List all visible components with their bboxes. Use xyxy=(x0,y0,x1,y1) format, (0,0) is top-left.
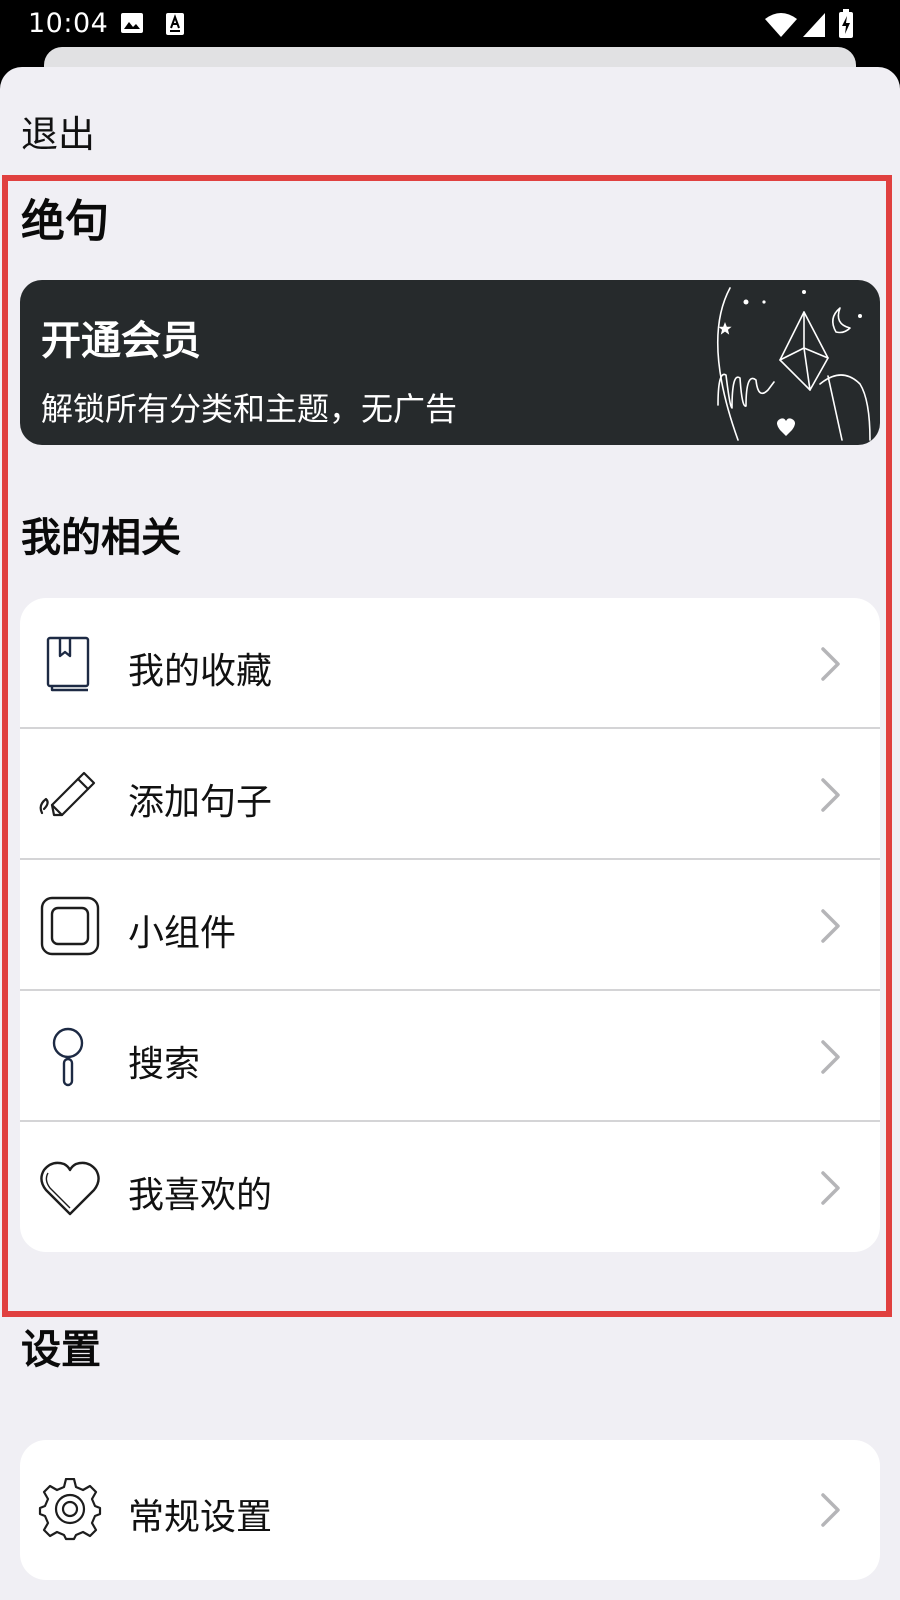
list-item-label: 我的收藏 xyxy=(128,651,273,692)
mine-section-title: 我的相关 xyxy=(21,515,181,561)
battery-charging-icon xyxy=(839,9,853,38)
list-item-general-settings[interactable]: 常规设置 xyxy=(20,1444,880,1575)
chevron-right-icon xyxy=(821,1040,840,1074)
exit-button[interactable]: 退出 xyxy=(21,104,95,158)
pencil-icon xyxy=(39,771,96,817)
list-item-favorites[interactable]: 我的收藏 xyxy=(20,598,880,729)
gear-icon xyxy=(38,1478,102,1541)
chevron-right-icon xyxy=(821,909,840,943)
list-item-label: 小组件 xyxy=(128,913,237,954)
chevron-right-icon xyxy=(821,1493,840,1527)
banner-subtitle: 解锁所有分类和主题，无广告 xyxy=(41,390,458,428)
chevron-right-icon xyxy=(821,778,840,812)
membership-banner[interactable]: 开通会员 解锁所有分类和主题，无广告 xyxy=(20,280,880,445)
list-item-label: 常规设置 xyxy=(128,1497,273,1538)
app-title: 绝句 xyxy=(21,196,109,247)
chevron-right-icon xyxy=(821,647,840,681)
wifi-icon xyxy=(765,13,797,37)
settings-list-card: 常规设置 xyxy=(20,1440,880,1580)
status-time: 10:04 xyxy=(28,8,109,39)
list-item-add-sentence[interactable]: 添加句子 xyxy=(20,729,880,860)
image-notification-icon xyxy=(121,13,143,33)
magnifier-icon xyxy=(52,1027,84,1087)
list-item-label: 我喜欢的 xyxy=(128,1175,273,1216)
settings-sheet: 退出 绝句 开通会员 解锁所有分类和主题，无广告 我的相关 我的收藏 添加句子 … xyxy=(0,67,900,1600)
widget-square-icon xyxy=(40,896,100,956)
mine-list-card: 我的收藏 添加句子 小组件 搜索 我喜欢的 xyxy=(20,598,880,1252)
settings-section-title: 设置 xyxy=(21,1327,101,1373)
banner-title: 开通会员 xyxy=(41,318,201,364)
status-bar: 10:04 xyxy=(0,0,900,48)
list-item-label: 添加句子 xyxy=(128,782,273,823)
list-item-label: 搜索 xyxy=(128,1044,201,1085)
cellular-signal-icon xyxy=(803,13,825,37)
list-item-liked[interactable]: 我喜欢的 xyxy=(20,1122,880,1252)
list-item-widgets[interactable]: 小组件 xyxy=(20,860,880,991)
list-item-search[interactable]: 搜索 xyxy=(20,991,880,1122)
crystal-hand-illustration xyxy=(716,287,871,441)
bookmark-book-icon xyxy=(46,636,90,692)
chevron-right-icon xyxy=(821,1171,840,1205)
heart-icon xyxy=(40,1161,100,1216)
app-notification-icon xyxy=(166,13,184,35)
